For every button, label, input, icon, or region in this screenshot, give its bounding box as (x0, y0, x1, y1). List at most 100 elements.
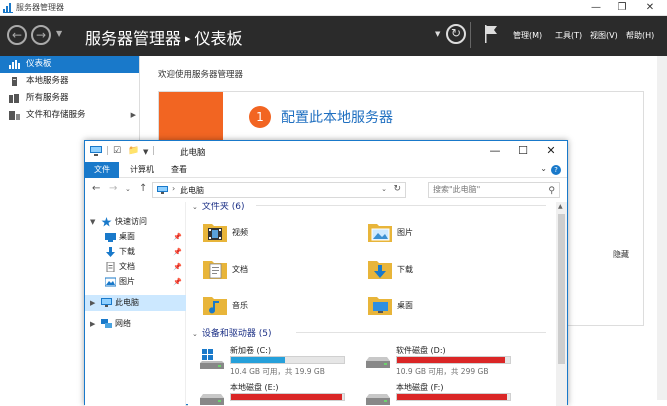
sidebar-item-label: 文件和存储服务 (26, 110, 86, 120)
nav-item-quick-access[interactable]: ▼ 快速访问 (85, 214, 186, 230)
minimize-button[interactable]: — (582, 0, 610, 16)
drive-icon (200, 394, 224, 405)
drive-f[interactable]: 本地磁盘 (F:) (366, 382, 531, 406)
drive-usage-bar (230, 356, 345, 364)
folder-videos[interactable]: 视频 (202, 219, 352, 249)
explorer-close-button[interactable]: ✕ (537, 143, 565, 159)
back-arrow-icon[interactable]: ← (92, 183, 100, 194)
refresh-icon[interactable]: ↻ (446, 24, 466, 44)
properties-icon[interactable]: ☑ (113, 146, 121, 156)
address-location[interactable]: 此电脑 (180, 185, 204, 196)
nav-item-pictures[interactable]: 图片 📌 (85, 274, 186, 290)
history-dropdown-icon[interactable]: ▼ (56, 29, 62, 38)
drive-stats: 10.4 GB 可用，共 19.9 GB (230, 367, 325, 376)
quick-access-dropdown-icon[interactable]: ▼ (143, 148, 148, 156)
refresh-dropdown-icon[interactable]: ▼ (435, 30, 440, 38)
breadcrumb-current: 仪表板 (194, 29, 243, 48)
nav-label: 快速访问 (115, 217, 147, 226)
header-divider (470, 22, 471, 48)
pin-icon[interactable]: 📌 (173, 244, 182, 260)
storage-icon (9, 111, 20, 120)
drive-d[interactable]: 软件磁盘 (D:) 10.9 GB 可用，共 299 GB (366, 345, 531, 379)
sidebar-item-file-storage[interactable]: 文件和存储服务 ▶ (0, 107, 139, 124)
content-scrollbar[interactable]: ▲ (556, 202, 567, 406)
drive-c[interactable]: 新加卷 (C:) 10.4 GB 可用，共 19.9 GB (200, 345, 365, 379)
refresh-icon[interactable]: ↻ (393, 184, 401, 194)
pin-icon[interactable]: 📌 (173, 259, 182, 275)
dashboard-scrollbar[interactable] (657, 56, 667, 400)
pin-icon[interactable]: 📌 (173, 274, 182, 290)
sidebar-item-all-servers[interactable]: 所有服务器 (0, 90, 139, 107)
drive-e[interactable]: 本地磁盘 (E:) (200, 382, 365, 406)
drive-usage-bar (396, 356, 511, 364)
expand-icon[interactable]: ▶ (90, 295, 95, 311)
server-manager-app-icon (3, 3, 13, 13)
menu-manage[interactable]: 管理(M) (513, 30, 542, 41)
collapse-icon[interactable]: ⌄ (192, 330, 198, 338)
nav-label: 文档 (119, 262, 135, 271)
breadcrumb-chevron-icon[interactable]: › (172, 184, 175, 193)
forward-arrow-icon[interactable]: → (109, 183, 117, 194)
collapse-icon[interactable]: ⌄ (192, 203, 198, 211)
breadcrumb-separator: ▸ (185, 32, 191, 45)
server-manager-titlebar: 服务器管理器 — ❐ ✕ (0, 0, 667, 16)
folders-group-header[interactable]: ⌄ 文件夹 (6) (192, 202, 245, 212)
explorer-minimize-button[interactable]: — (481, 143, 509, 159)
folder-label: 音乐 (232, 301, 248, 310)
search-input[interactable]: 搜索"此电脑" ⚲ (428, 182, 560, 198)
expand-icon[interactable]: ▶ (90, 316, 95, 332)
menu-tools[interactable]: 工具(T) (555, 30, 582, 41)
titlebar-divider: | (106, 146, 110, 156)
configure-local-server-link[interactable]: 配置此本地服务器 (281, 107, 393, 127)
scrollbar-thumb[interactable] (558, 214, 565, 364)
nav-item-this-pc[interactable]: ▶ 此电脑 (85, 295, 186, 311)
menu-view[interactable]: 视图(V) (590, 30, 618, 41)
back-button[interactable]: ← (7, 25, 27, 45)
notifications-flag-icon[interactable] (484, 25, 498, 43)
recent-locations-icon[interactable]: ⌄ (125, 185, 131, 193)
desktop-folder-icon (368, 297, 392, 315)
tab-view[interactable]: 查看 (165, 162, 193, 178)
forward-button[interactable]: → (31, 25, 51, 45)
hide-link[interactable]: 隐藏 (613, 249, 629, 260)
breadcrumb-root[interactable]: 服务器管理器 (85, 29, 181, 48)
folder-music[interactable]: 音乐 (202, 292, 352, 322)
new-folder-icon[interactable]: 📁 (128, 146, 139, 156)
nav-label: 下载 (119, 247, 135, 256)
sidebar-item-dashboard[interactable]: 仪表板 (0, 56, 139, 73)
pin-icon[interactable]: 📌 (173, 229, 182, 245)
address-box[interactable]: › 此电脑 ⌄ ↻ (152, 182, 406, 198)
nav-item-documents[interactable]: 文档 📌 (85, 259, 186, 275)
drives-header-label: 设备和驱动器 (5) (201, 329, 272, 339)
folder-pictures[interactable]: 图片 (367, 219, 517, 249)
explorer-maximize-button[interactable]: ☐ (509, 143, 537, 159)
nav-item-downloads[interactable]: 下载 📌 (85, 244, 186, 260)
sidebar-item-local-server[interactable]: 本地服务器 (0, 73, 139, 90)
up-arrow-icon[interactable]: ↑ (139, 183, 147, 194)
expand-ribbon-icon[interactable]: ⌄ (540, 164, 547, 173)
drive-icon (366, 357, 390, 368)
nav-item-desktop[interactable]: 桌面 📌 (85, 229, 186, 245)
nav-item-network[interactable]: ▶ 网络 (85, 316, 186, 332)
folder-downloads[interactable]: 下载 (367, 256, 517, 286)
scroll-up-icon[interactable]: ▲ (558, 203, 563, 210)
server-manager-header: ← → ▼ 服务器管理器 ▸ 仪表板 ▼ ↻ 管理(M) 工具(T) 视图(V) 帮… (0, 16, 667, 56)
close-button[interactable]: ✕ (636, 0, 664, 16)
computer-icon (101, 298, 112, 307)
titlebar-divider: | (152, 146, 156, 156)
tab-file[interactable]: 文件 (85, 162, 119, 178)
restore-button[interactable]: ❐ (608, 0, 636, 16)
address-dropdown-icon[interactable]: ⌄ (381, 185, 387, 193)
drives-group-header[interactable]: ⌄ 设备和驱动器 (5) (192, 326, 272, 339)
star-icon (101, 217, 112, 227)
chevron-right-icon[interactable]: ▶ (131, 107, 136, 124)
help-icon[interactable]: ? (551, 165, 561, 175)
folder-desktop[interactable]: 桌面 (367, 292, 517, 322)
step-number-badge: 1 (249, 106, 271, 128)
expand-icon[interactable]: ▼ (90, 214, 95, 230)
folder-documents[interactable]: 文档 (202, 256, 352, 286)
menu-help[interactable]: 帮助(H) (626, 30, 654, 41)
server-icon (12, 77, 17, 86)
tab-computer[interactable]: 计算机 (123, 162, 161, 178)
breadcrumb: 服务器管理器 ▸ 仪表板 (85, 25, 243, 49)
